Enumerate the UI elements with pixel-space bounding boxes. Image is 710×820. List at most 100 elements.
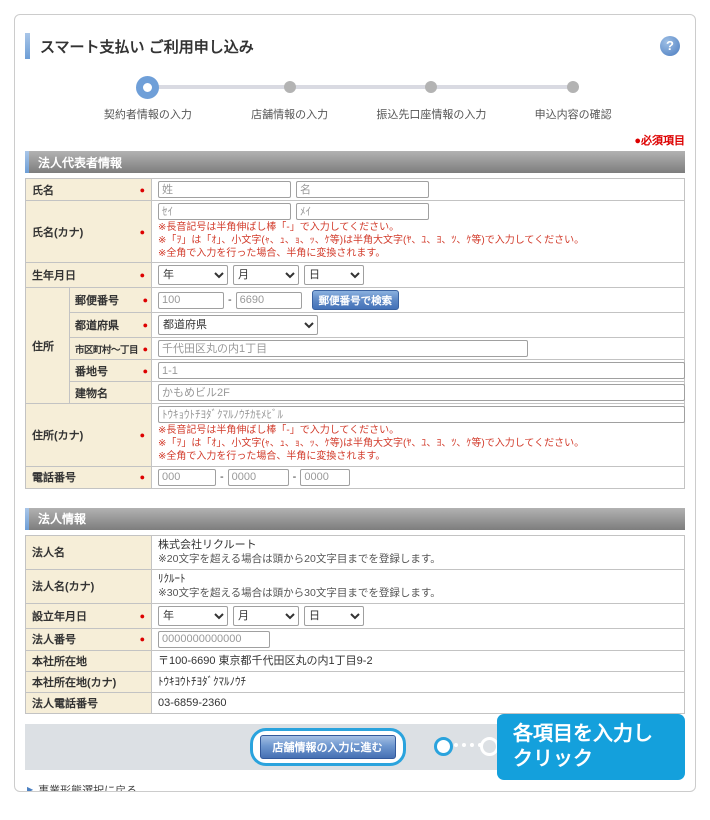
- zipcode-search-button[interactable]: 郵便番号で検索: [312, 290, 400, 310]
- zipcode-input-1[interactable]: [158, 292, 224, 309]
- last-name-kana-input[interactable]: [158, 203, 291, 220]
- first-name-input[interactable]: [296, 181, 429, 198]
- birthdate-label: 生年月日: [32, 267, 76, 283]
- step-dot: [284, 81, 296, 93]
- page-header: スマート支払い ご利用申し込み ?: [25, 33, 685, 59]
- step-dot-active: [136, 76, 159, 99]
- section-title: 法人情報: [38, 510, 86, 527]
- button-highlight-annotation: 店舗情報の入力に進む: [250, 728, 406, 766]
- help-icon[interactable]: ?: [660, 36, 680, 56]
- corporate-info-table: 法人名 株式会社リクルート ※20文字を超える場合は頭から20文字目までを登録し…: [25, 535, 685, 714]
- phone-separator: -: [220, 471, 224, 483]
- first-name-kana-input[interactable]: [296, 203, 429, 220]
- table-row-hq-address: 本社所在地 〒100-6690 東京都千代田区丸の内1丁目9-2: [26, 650, 685, 671]
- birth-day-select[interactable]: 日: [304, 265, 364, 285]
- prefecture-select[interactable]: 都道府県: [158, 315, 318, 335]
- required-items-note: ●必須項目: [25, 132, 685, 148]
- last-name-input[interactable]: [158, 181, 291, 198]
- corp-name-kana-note: ※30文字を超える場合は頭から30文字目までを登録します。: [158, 587, 678, 601]
- step-label: 契約者情報の入力: [104, 106, 192, 122]
- city-input[interactable]: [158, 340, 528, 357]
- table-row-phone: 電話番号● - -: [26, 466, 685, 488]
- connector-circle-left: [434, 737, 453, 756]
- founded-date-label: 設立年月日: [32, 608, 87, 624]
- phone-input-2[interactable]: [228, 469, 289, 486]
- back-arrow-icon: ▶: [27, 785, 33, 792]
- back-link-row[interactable]: ▶ 事業形態選択に戻る: [25, 782, 685, 792]
- step-label: 振込先口座情報の入力: [376, 106, 486, 122]
- table-row-name: 氏名●: [26, 179, 685, 201]
- step-dot: [425, 81, 437, 93]
- corp-phone-label: 法人電話番号: [32, 698, 98, 710]
- callout-line-1: 各項目を入力し: [513, 722, 669, 747]
- corp-phone-value: 03-6859-2360: [158, 696, 678, 710]
- page-title: スマート支払い ご利用申し込み: [40, 36, 660, 57]
- address-kana-input[interactable]: [158, 406, 685, 423]
- banchi-label: 番地号: [75, 363, 108, 379]
- kana-note-1: ※長音記号は半角伸ばし棒「-」で入力してください。: [158, 425, 678, 438]
- required-dot: ●: [143, 295, 148, 305]
- birth-month-select[interactable]: 月: [233, 265, 299, 285]
- kana-note-3: ※全角で入力を行った場合、半角に変換されます。: [158, 451, 678, 464]
- building-label: 建物名: [75, 388, 108, 400]
- step-store-info: 店舗情報の入力: [219, 75, 361, 122]
- hq-address-label: 本社所在地: [32, 656, 87, 668]
- founded-year-select[interactable]: 年: [158, 606, 228, 626]
- kana-note-2: ※「ｦ」は「ｵ」、小文字(ｬ、ｭ、ｮ、ｯ、ｹ等)は半角大文字(ﾔ、ﾕ、ﾖ、ﾂ、ｹ…: [158, 438, 678, 451]
- step-contractor-info: 契約者情報の入力: [77, 75, 219, 122]
- table-row-corp-phone: 法人電話番号 03-6859-2360: [26, 692, 685, 713]
- phone-input-1[interactable]: [158, 469, 216, 486]
- building-input[interactable]: [158, 384, 685, 401]
- step-dot: [567, 81, 579, 93]
- hq-address-value: 〒100-6690 東京都千代田区丸の内1丁目9-2: [158, 654, 678, 668]
- address-group-label: 住所: [32, 341, 54, 353]
- progress-stepper: 契約者情報の入力 店舗情報の入力 振込先口座情報の入力 申込内容の確認: [77, 75, 644, 127]
- table-row-prefecture: 都道府県 ● 都道府県: [26, 313, 685, 338]
- kana-note-1: ※長音記号は半角伸ばし棒「-」で入力してください。: [158, 222, 678, 235]
- section-accent-bar: [25, 151, 29, 173]
- corp-number-input[interactable]: [158, 631, 270, 648]
- connector-dotted-line: [454, 743, 482, 747]
- table-row-corp-name: 法人名 株式会社リクルート ※20文字を超える場合は頭から20文字目までを登録し…: [26, 535, 685, 569]
- address-kana-label: 住所(カナ): [32, 427, 83, 443]
- zipcode-separator: -: [228, 294, 232, 306]
- corp-number-label: 法人番号: [32, 631, 76, 647]
- corp-name-kana-label: 法人名(カナ): [32, 581, 94, 593]
- section-header-representative: 法人代表者情報: [25, 151, 685, 173]
- phone-input-3[interactable]: [300, 469, 350, 486]
- step-confirmation: 申込内容の確認: [502, 75, 644, 122]
- table-row-corp-number: 法人番号 ●: [26, 628, 685, 650]
- table-row-city: 市区町村〜丁目●: [26, 338, 685, 360]
- corp-name-label: 法人名: [32, 547, 65, 559]
- kana-note-3: ※全角で入力を行った場合、半角に変換されます。: [158, 248, 678, 261]
- required-dot: ●: [140, 634, 145, 644]
- corp-name-kana-value: ﾘｸﾙｰﾄ: [158, 572, 678, 586]
- zipcode-input-2[interactable]: [236, 292, 302, 309]
- title-accent-bar: [25, 33, 30, 59]
- required-dot: ●: [140, 227, 145, 237]
- prefecture-label: 都道府県: [75, 317, 119, 333]
- table-row-hq-address-kana: 本社所在地(カナ) ﾄｳｷﾖｳﾄﾁﾖﾀﾞｸﾏﾙﾉｳﾁ: [26, 671, 685, 692]
- table-row-founded-date: 設立年月日● 年 月 日: [26, 603, 685, 628]
- founded-day-select[interactable]: 日: [304, 606, 364, 626]
- callout-line-2: クリック: [513, 747, 669, 772]
- table-row-corp-name-kana: 法人名(カナ) ﾘｸﾙｰﾄ ※30文字を超える場合は頭から30文字目までを登録し…: [26, 569, 685, 603]
- required-dot: ●: [143, 344, 148, 354]
- founded-month-select[interactable]: 月: [233, 606, 299, 626]
- table-row-name-kana: 氏名(カナ)● ※長音記号は半角伸ばし棒「-」で入力してください。 ※「ｦ」は「…: [26, 201, 685, 263]
- table-row-building: 建物名: [26, 382, 685, 404]
- required-dot: ●: [140, 270, 145, 280]
- phone-separator: -: [293, 471, 297, 483]
- required-dot: ●: [143, 320, 148, 330]
- table-row-address-kana: 住所(カナ)● ※長音記号は半角伸ばし棒「-」で入力してください。 ※「ｦ」は「…: [26, 404, 685, 466]
- section-accent-bar: [25, 508, 29, 530]
- step-label: 申込内容の確認: [535, 106, 612, 122]
- next-step-button[interactable]: 店舗情報の入力に進む: [260, 735, 396, 759]
- birth-year-select[interactable]: 年: [158, 265, 228, 285]
- corp-name-note: ※20文字を超える場合は頭から20文字目までを登録します。: [158, 553, 678, 567]
- representative-info-table: 氏名● 氏名(カナ)● ※長音記号は半角伸ばし棒「-」で入力してください。 ※「…: [25, 178, 685, 489]
- back-link[interactable]: 事業形態選択に戻る: [38, 782, 137, 792]
- banchi-input[interactable]: [158, 362, 685, 379]
- kana-note-2: ※「ｦ」は「ｵ」、小文字(ｬ、ｭ、ｮ、ｯ、ｹ等)は半角大文字(ﾔ、ﾕ、ﾖ、ﾂ、ｹ…: [158, 235, 678, 248]
- phone-label: 電話番号: [32, 469, 76, 485]
